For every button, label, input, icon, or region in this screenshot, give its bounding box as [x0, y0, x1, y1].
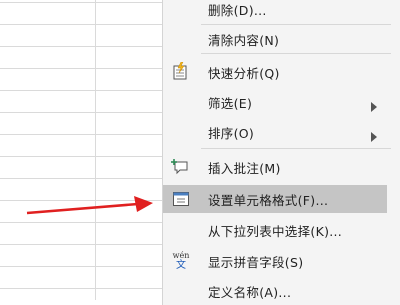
red-arrow-annotation: [26, 196, 153, 215]
